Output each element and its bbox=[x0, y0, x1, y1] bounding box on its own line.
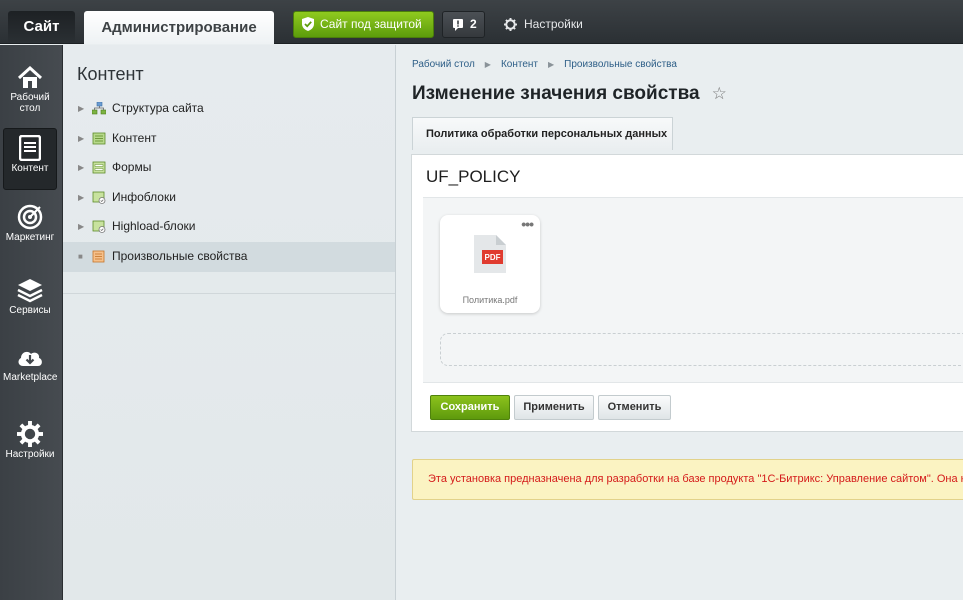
tab-admin[interactable]: Администрирование bbox=[84, 11, 274, 44]
sidebar-item-label: Сервисы bbox=[9, 305, 51, 316]
sidebar-item-label: Рабочий стол bbox=[10, 92, 50, 114]
breadcrumb-link[interactable]: Контент bbox=[501, 59, 538, 70]
sidebar-item-settings[interactable]: Настройки bbox=[3, 415, 57, 477]
notifications-count: 2 bbox=[470, 17, 477, 31]
menu-item-site-structure[interactable]: ▶ Структура сайта bbox=[63, 94, 395, 124]
file-name: Политика.pdf bbox=[462, 295, 518, 305]
breadcrumb-link[interactable]: Произвольные свойства bbox=[564, 59, 677, 70]
file-drop-zone[interactable] bbox=[440, 333, 963, 366]
sidebar-item-marketing[interactable]: Маркетинг bbox=[3, 198, 57, 260]
file-card[interactable]: ••• PDF Политика.pdf bbox=[440, 215, 540, 313]
expand-arrow-icon[interactable]: ▶ bbox=[78, 124, 84, 154]
menu-item-label: Highload-блоки bbox=[112, 219, 196, 234]
apply-button[interactable]: Применить bbox=[514, 395, 594, 420]
site-protected-label: Сайт под защитой bbox=[320, 17, 422, 31]
sidebar-item-services[interactable]: Сервисы bbox=[3, 271, 57, 333]
site-structure-icon bbox=[92, 102, 106, 115]
menu-title: Контент bbox=[77, 64, 144, 84]
file-upload-area: ••• PDF Политика.pdf bbox=[423, 197, 963, 383]
star-icon[interactable]: ☆ bbox=[712, 84, 727, 103]
cancel-button[interactable]: Отменить bbox=[598, 395, 671, 420]
pdf-file-icon: PDF bbox=[474, 235, 506, 273]
layers-icon bbox=[17, 279, 43, 303]
menu-item-iblocks[interactable]: ▶ Инфоблоки bbox=[63, 183, 395, 213]
top-bar: Сайт Администрирование Сайт под защитой … bbox=[0, 0, 963, 44]
dev-notice: Эта установка предназначена для разработ… bbox=[412, 459, 963, 500]
settings-label: Настройки bbox=[524, 17, 583, 31]
notifications-button[interactable]: 2 bbox=[442, 11, 485, 38]
document-icon bbox=[19, 135, 41, 161]
menu-divider bbox=[63, 293, 395, 294]
target-icon bbox=[17, 204, 43, 230]
gear-icon bbox=[17, 421, 43, 447]
property-code: UF_POLICY bbox=[426, 167, 521, 186]
menu-item-label: Контент bbox=[112, 130, 157, 145]
main-content: Рабочий стол ▶ Контент ▶ Произвольные свойст… bbox=[397, 45, 963, 600]
more-menu-icon[interactable]: ••• bbox=[521, 216, 534, 232]
menu-item-label: Структура сайта bbox=[112, 101, 204, 115]
cloud-download-icon bbox=[18, 351, 42, 366]
sidebar-item-label: Marketplace bbox=[3, 372, 58, 383]
page-title: Изменение значения свойства ☆ bbox=[412, 83, 727, 105]
tab-policy[interactable]: Политика обработки персональных данных bbox=[412, 117, 673, 150]
content-icon bbox=[92, 132, 106, 144]
expand-arrow-icon[interactable]: ▶ bbox=[78, 183, 84, 213]
expand-arrow-icon[interactable]: ▶ bbox=[78, 153, 84, 183]
sidebar-item-desktop[interactable]: Рабочий стол bbox=[3, 60, 57, 122]
breadcrumb-separator-icon: ▶ bbox=[547, 60, 555, 69]
menu-list: ▶ Структура сайта ▶ Контент ▶ Формы ▶ Ин… bbox=[63, 94, 395, 272]
gear-icon bbox=[504, 18, 517, 31]
pdf-badge: PDF bbox=[485, 253, 501, 262]
sidebar-item-label: Контент bbox=[11, 163, 49, 174]
sidebar-item-label: Маркетинг bbox=[5, 232, 55, 243]
forms-icon bbox=[92, 161, 106, 174]
edit-form: UF_POLICY ••• PDF Политика.pdf Сохранить… bbox=[411, 154, 963, 432]
sidebar-item-marketplace[interactable]: Marketplace bbox=[3, 340, 57, 402]
menu-item-highload[interactable]: ▶ Highload-блоки bbox=[63, 212, 395, 242]
home-icon bbox=[17, 66, 43, 88]
menu-item-label: Инфоблоки bbox=[112, 189, 176, 204]
main-sidebar: Рабочий стол Контент Маркетинг Сервисы M… bbox=[0, 45, 63, 600]
menu-item-custom-props[interactable]: ■ Произвольные свойства bbox=[63, 241, 395, 272]
expand-arrow-icon[interactable]: ▶ bbox=[78, 94, 84, 124]
highload-icon bbox=[92, 220, 106, 234]
custom-props-icon bbox=[92, 250, 105, 263]
menu-item-label: Формы bbox=[112, 160, 152, 175]
menu-item-forms[interactable]: ▶ Формы bbox=[63, 153, 395, 183]
site-protected-button[interactable]: Сайт под защитой bbox=[293, 11, 434, 38]
menu-item-label: Произвольные свойства bbox=[112, 248, 248, 263]
expand-arrow-icon[interactable]: ▶ bbox=[78, 212, 84, 242]
page-title-text: Изменение значения свойства bbox=[412, 83, 700, 104]
shield-icon bbox=[302, 17, 314, 31]
breadcrumb-separator-icon: ▶ bbox=[484, 60, 491, 69]
content-menu-panel: Контент ▶ Структура сайта ▶ Контент ▶ Фо… bbox=[63, 45, 396, 600]
breadcrumb: Рабочий стол ▶ Контент ▶ Произвольные свойст… bbox=[412, 59, 677, 70]
bullet-icon: ■ bbox=[78, 251, 83, 261]
iblocks-icon bbox=[92, 191, 106, 204]
menu-item-content[interactable]: ▶ Контент bbox=[63, 124, 395, 154]
breadcrumb-link[interactable]: Рабочий стол bbox=[412, 59, 475, 70]
notification-icon bbox=[453, 19, 463, 31]
settings-link[interactable]: Настройки bbox=[504, 11, 583, 38]
tab-site[interactable]: Сайт bbox=[8, 11, 75, 42]
sidebar-item-content[interactable]: Контент bbox=[3, 128, 57, 190]
save-button[interactable]: Сохранить bbox=[430, 395, 510, 420]
sidebar-item-label: Настройки bbox=[5, 449, 55, 460]
